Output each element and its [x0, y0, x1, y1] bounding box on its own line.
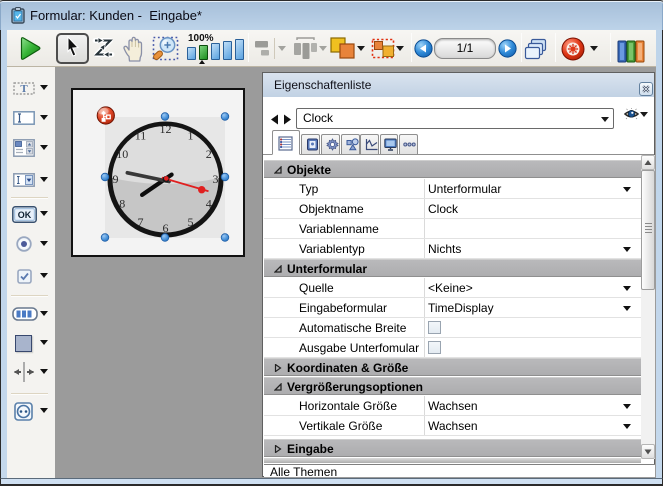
svg-text:9: 9	[113, 172, 119, 186]
svg-text:8: 8	[119, 197, 125, 211]
svg-text:4: 4	[206, 197, 212, 211]
svg-text:12: 12	[160, 122, 172, 136]
svg-text:6: 6	[163, 221, 169, 235]
svg-text:7: 7	[138, 215, 144, 229]
svg-text:OK: OK	[18, 210, 32, 220]
svg-text:5: 5	[188, 215, 194, 229]
svg-text:10: 10	[116, 147, 128, 161]
svg-text:T: T	[20, 83, 28, 95]
svg-text:1: 1	[188, 129, 194, 143]
svg-text:3: 3	[213, 172, 219, 186]
svg-text:2: 2	[206, 147, 212, 161]
svg-text:11: 11	[135, 129, 147, 143]
